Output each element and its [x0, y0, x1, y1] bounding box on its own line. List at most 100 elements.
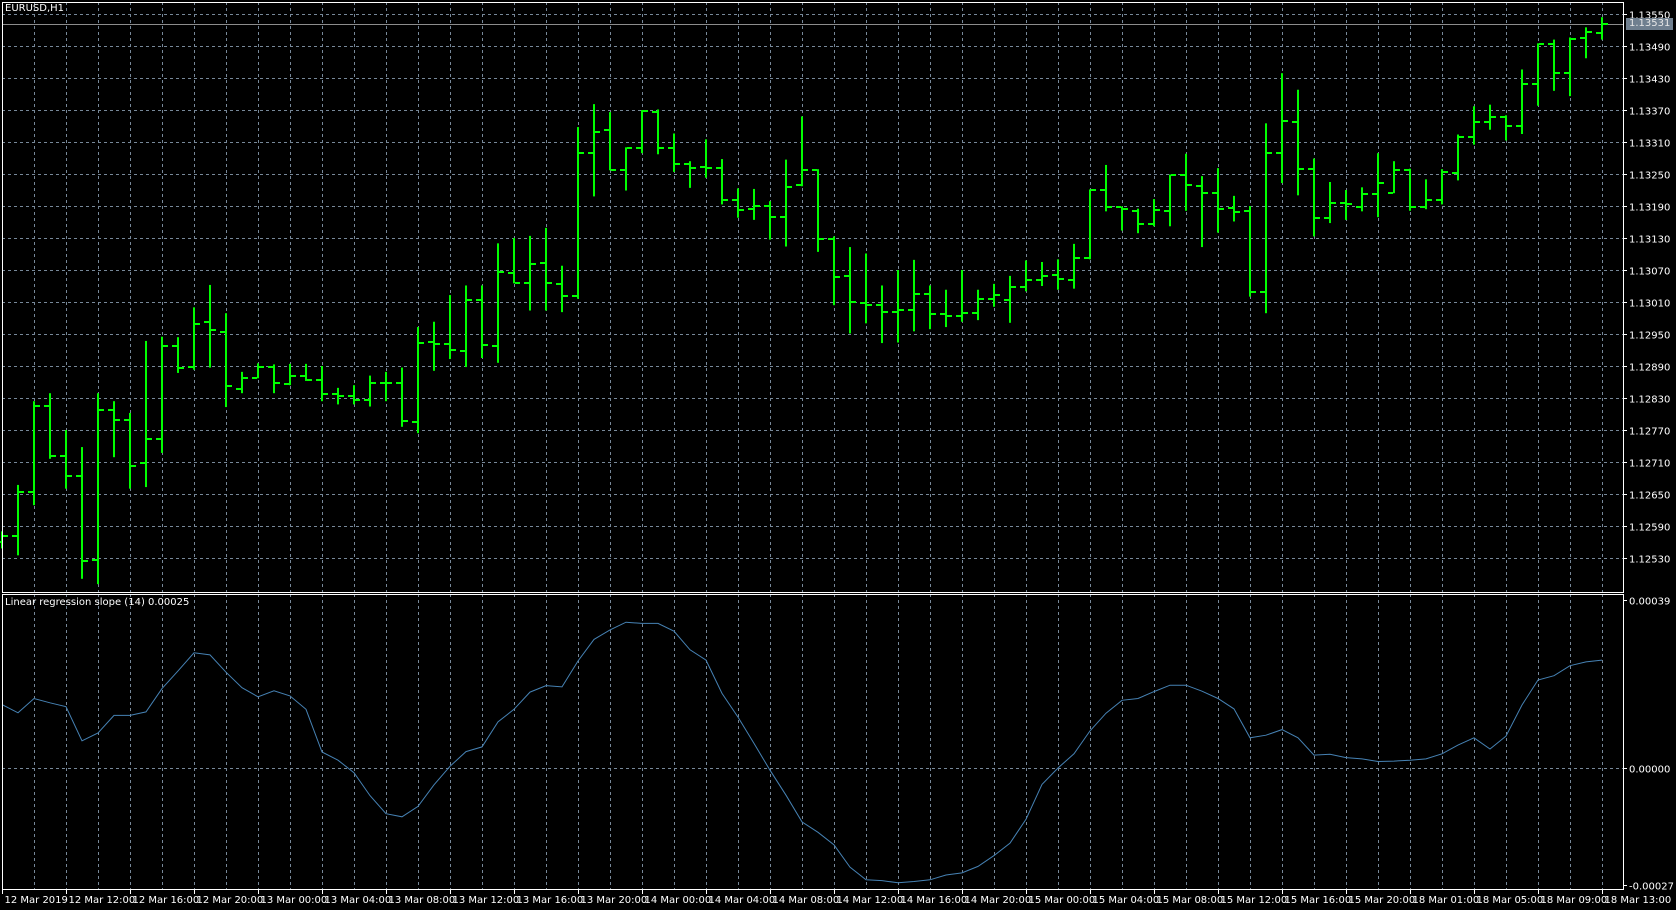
bar-close-tick	[627, 147, 632, 149]
bar-close-tick	[1379, 182, 1384, 184]
bar-close-tick	[19, 491, 24, 493]
bar-range	[1249, 206, 1251, 297]
bar-open-tick	[1596, 32, 1601, 34]
bar-open-tick	[1212, 192, 1217, 194]
price-label: 1.13250	[1629, 171, 1670, 182]
bar-range	[289, 363, 291, 386]
bar-range	[1009, 275, 1011, 323]
bar-open-tick	[748, 208, 753, 210]
bar-close-tick	[563, 295, 568, 297]
bar-range	[513, 238, 515, 284]
ohlc-bar	[924, 285, 936, 330]
ohlc-bar	[492, 243, 504, 363]
indicator-axis-label: -0.00027	[1629, 882, 1674, 893]
bar-close-tick	[291, 375, 296, 377]
bar-open-tick	[1004, 299, 1009, 301]
bar-close-tick	[99, 409, 104, 411]
ohlc-bar	[1260, 123, 1272, 314]
ohlc-bar	[284, 363, 296, 386]
bar-open-tick	[796, 184, 801, 186]
ohlc-bar	[508, 238, 520, 284]
bar-close-tick	[579, 152, 584, 154]
time-axis[interactable]: 12 Mar 2019 12 Mar 12:0012 Mar 16:0012 Ma…	[2, 889, 1672, 906]
bar-close-tick	[979, 298, 984, 300]
bar-range	[1393, 161, 1395, 194]
bar-range	[961, 270, 963, 322]
bar-range	[17, 484, 19, 556]
bar-open-tick	[972, 312, 977, 314]
bar-range	[577, 127, 579, 299]
chart-canvas[interactable]: 1.135501.134901.134301.133701.133101.132…	[0, 0, 1676, 910]
bar-open-tick	[1436, 199, 1441, 201]
bar-range	[465, 285, 467, 368]
bar-open-tick	[732, 199, 737, 201]
ohlc-bar	[316, 366, 328, 402]
bar-close-tick	[547, 282, 552, 284]
bar-close-tick	[307, 379, 312, 381]
time-label: 14 Mar 16:00	[901, 895, 968, 906]
price-label: 1.13190	[1629, 203, 1670, 214]
bar-range	[1425, 179, 1427, 210]
time-label: 12 Mar 2019	[5, 895, 68, 906]
bar-open-tick	[252, 377, 257, 379]
time-label: 12 Mar 16:00	[133, 895, 200, 906]
ohlc-bar	[1308, 158, 1320, 237]
bar-close-tick	[595, 131, 600, 133]
bar-close-tick	[659, 147, 664, 149]
bar-open-tick	[1260, 291, 1265, 293]
ohlc-bar	[428, 321, 440, 371]
bar-open-tick	[908, 309, 913, 311]
bar-close-tick	[995, 294, 1000, 296]
bar-open-tick	[1148, 223, 1153, 225]
bar-open-tick	[204, 321, 209, 323]
ohlc-bar	[940, 289, 952, 328]
bar-open-tick	[1340, 202, 1345, 204]
bar-range	[1233, 195, 1235, 222]
ohlc-bar	[1068, 243, 1080, 289]
ohlc-bar	[892, 270, 904, 343]
bar-open-tick	[684, 163, 689, 165]
bar-range	[737, 188, 739, 218]
bar-range	[257, 363, 259, 379]
bar-range	[705, 139, 707, 178]
bar-range	[1441, 169, 1443, 205]
bar-close-tick	[451, 349, 456, 351]
ohlc-bar	[1516, 69, 1528, 134]
bar-close-tick	[1491, 116, 1496, 118]
bar-range	[865, 253, 867, 324]
ohlc-bar	[524, 235, 536, 311]
bar-range	[785, 159, 787, 247]
bar-close-tick	[1251, 291, 1256, 293]
bar-open-tick	[508, 272, 513, 274]
price-label: 1.13130	[1629, 235, 1670, 246]
bar-open-tick	[1452, 172, 1457, 174]
bar-range	[849, 247, 851, 334]
ohlc-bar	[348, 385, 360, 405]
bar-open-tick	[924, 293, 929, 295]
bar-range	[417, 327, 419, 434]
time-label: 15 Mar 12:00	[1221, 895, 1288, 906]
bar-close-tick	[835, 276, 840, 278]
bar-open-tick	[44, 405, 49, 407]
bar-open-tick	[540, 262, 545, 264]
time-label: 18 Mar 01:00	[1413, 895, 1480, 906]
price-axis[interactable]: 1.135501.134901.134301.133701.133101.132…	[1623, 11, 1670, 566]
bar-range	[337, 387, 339, 405]
bar-close-tick	[419, 342, 424, 344]
ohlc-bar	[1500, 115, 1512, 141]
price-label: 1.13010	[1629, 299, 1670, 310]
bar-range	[1137, 208, 1139, 234]
bar-open-tick	[572, 295, 577, 297]
bar-range	[1505, 115, 1507, 141]
time-label: 13 Mar 04:00	[325, 895, 392, 906]
bar-open-tick	[1276, 152, 1281, 154]
ohlc-bar	[668, 133, 680, 172]
bar-close-tick	[1107, 206, 1112, 208]
ohlc-bar	[412, 327, 424, 434]
bar-open-tick	[1036, 279, 1041, 281]
price-label: 1.12950	[1629, 331, 1670, 342]
bar-close-tick	[1235, 211, 1240, 213]
bar-open-tick	[588, 152, 593, 154]
bar-close-tick	[675, 163, 680, 165]
ohlc-bar	[1356, 187, 1368, 212]
